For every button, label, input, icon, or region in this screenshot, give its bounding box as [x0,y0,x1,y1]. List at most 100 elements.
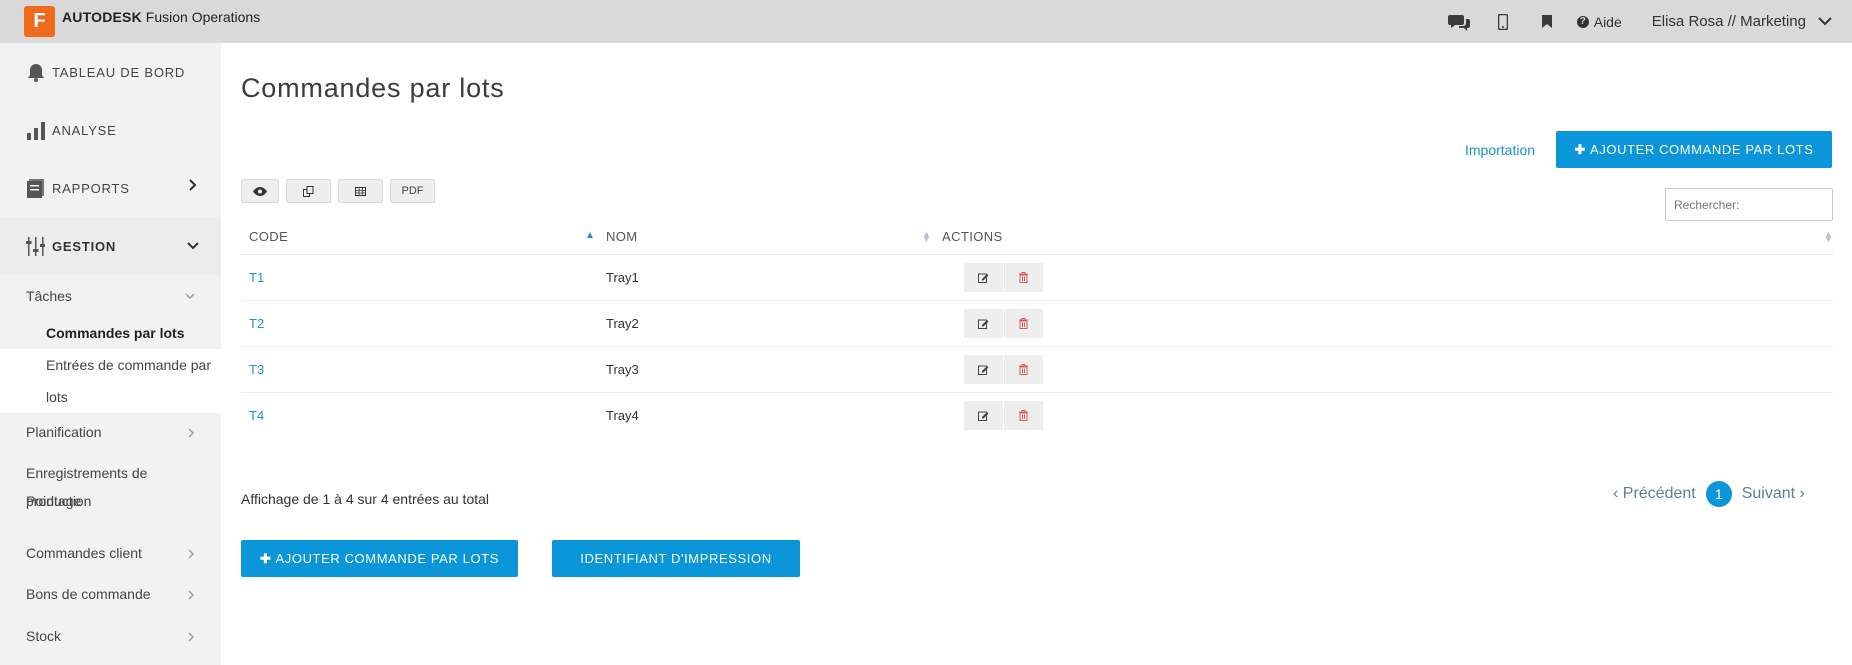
sidebar-item-analysis[interactable]: ANALYSE [0,101,221,159]
sidebar-item-label: Bons de commande [26,586,151,602]
user-menu[interactable]: Elisa Rosa // Marketing [1652,13,1832,30]
sidebar-item-stock[interactable]: Stock [0,615,221,657]
overlapping-label: production Pointage [26,487,221,515]
mobile-icon[interactable] [1481,0,1525,43]
chevron-down-icon [185,293,195,299]
batch-orders-table: CODE ▲ NOM ▲ ▼ ACTIONS ▲ ▼ T1 Tray1 T2 Tra… [241,213,1833,439]
copy-icon[interactable] [286,179,331,203]
chevron-right-icon [188,428,194,438]
edit-icon[interactable] [964,401,1003,430]
sidebar-item-label: lots [46,389,68,405]
button-label: AJOUTER COMMANDE PAR LOTS [1589,142,1814,157]
sidebar-item-label: GESTION [52,238,117,254]
sidebar-item-label: RAPPORTS [52,180,130,196]
chevron-right-icon [189,179,197,191]
row-actions [964,309,1043,338]
table-icon[interactable] [338,179,383,203]
user-label: Elisa Rosa // Marketing [1651,13,1806,30]
edit-icon[interactable] [964,355,1003,384]
sort-icon[interactable]: ▲ ▼ [1824,230,1833,244]
edit-icon[interactable] [964,263,1003,292]
delete-icon[interactable] [1004,401,1043,430]
app-logo[interactable]: F [24,6,55,37]
row-code-link[interactable]: T1 [249,270,264,285]
next-label: Suivant [1741,485,1796,502]
sidebar-item-label: Commandes client [26,545,142,561]
row-actions [964,401,1043,430]
sidebar-item-dashboard[interactable]: TABLEAU DE BORD [0,43,221,101]
table-header: CODE ▲ NOM ▲ ▼ ACTIONS ▲ ▼ [241,213,1833,255]
main-content: Commandes par lots Importation ✚ AJOUTER… [221,43,1852,665]
chevron-right-icon [188,549,194,559]
delete-icon[interactable] [1004,263,1043,292]
brand-name: AUTODESK Fusion Operations [62,9,260,25]
sidebar-item-purchase-orders[interactable]: Bons de commande [0,573,221,615]
pagination: ‹ Précédent 1 Suivant › [1613,481,1805,507]
export-toolbar: PDF [241,179,435,203]
eye-icon[interactable] [241,179,279,203]
row-name: Tray4 [606,408,639,423]
column-header-code[interactable]: CODE [249,229,288,244]
tasks-submenu: Commandes par lots Entrées de commande p… [0,317,221,413]
add-batch-order-button[interactable]: ✚ AJOUTER COMMANDE PAR LOTS [1556,131,1832,168]
table-row: T3 Tray3 [241,347,1833,393]
pagination-next[interactable]: Suivant › [1742,485,1805,503]
print-identifier-button[interactable]: IDENTIFIANT D'IMPRESSION [552,540,800,577]
row-code-link[interactable]: T3 [249,362,264,377]
sort-asc-icon[interactable]: ▲ [585,231,595,241]
sidebar-item-label: Stock [26,628,62,644]
sidebar-item-planning[interactable]: Planification [0,413,221,451]
bookmark-icon[interactable] [1525,0,1569,43]
column-header-name[interactable]: NOM [606,229,638,244]
bar-chart-icon [26,121,45,140]
row-code-link[interactable]: T2 [249,316,264,331]
sidebar-item-customer-orders[interactable]: Commandes client [0,533,221,573]
sidebar-item-label: Pointage [26,493,82,509]
sidebar-item-label: Planification [26,424,102,440]
button-label: AJOUTER COMMANDE PAR LOTS [275,551,499,566]
sidebar-item-production-records[interactable]: Enregistrements de production Pointage [0,451,221,533]
brand-company: AUTODESK [62,9,142,25]
import-link[interactable]: Importation [1465,142,1535,158]
plus-icon: ✚ [259,550,272,566]
row-actions [964,263,1043,292]
plus-icon: ✚ [1574,141,1586,157]
help-link[interactable]: ? Aide [1576,13,1622,30]
chat-icon[interactable] [1437,0,1481,43]
report-icon [26,178,45,198]
previous-label: Précédent [1622,485,1696,502]
sort-icon[interactable]: ▲ ▼ [922,230,931,244]
sidebar-item-reports[interactable]: RAPPORTS [0,159,221,217]
delete-icon[interactable] [1004,309,1043,338]
bell-icon [26,63,45,82]
table-row: T2 Tray2 [241,301,1833,347]
sliders-icon [26,236,45,256]
sidebar-item-tasks[interactable]: Tâches [0,275,221,317]
pagination-current-page[interactable]: 1 [1705,481,1732,507]
pdf-button[interactable]: PDF [390,179,435,203]
sidebar-item-label: Enregistrements de [26,465,148,481]
sidebar-item-management[interactable]: GESTION [0,217,221,275]
page-title: Commandes par lots [241,73,505,103]
row-code-link[interactable]: T4 [249,408,264,423]
row-actions [964,355,1043,384]
top-bar: F AUTODESK Fusion Operations ? Aide Elis… [0,0,1852,43]
sidebar-item-batch-order-entries[interactable]: Entrées de commande par lots [0,349,221,413]
column-header-actions[interactable]: ACTIONS [942,229,1003,244]
delete-icon[interactable] [1004,355,1043,384]
chevron-down-icon [187,242,199,250]
help-label: Aide [1593,13,1622,30]
sidebar-item-batch-orders[interactable]: Commandes par lots [0,317,221,349]
row-name: Tray3 [606,362,639,377]
top-actions: ? Aide Elisa Rosa // Marketing [1437,0,1832,43]
sidebar-item-label: Entrées de commande par [46,357,211,373]
pagination-previous[interactable]: ‹ Précédent [1613,485,1696,503]
sidebar-item-label: ANALYSE [52,122,117,138]
table-row: T1 Tray1 [241,255,1833,301]
add-batch-order-button-bottom[interactable]: ✚ AJOUTER COMMANDE PAR LOTS [241,540,518,577]
chevron-right-icon [188,590,194,600]
edit-icon[interactable] [964,309,1003,338]
table-info: Affichage de 1 à 4 sur 4 entrées au tota… [241,491,490,507]
chevron-down-icon [1818,17,1832,26]
row-name: Tray2 [606,316,639,331]
